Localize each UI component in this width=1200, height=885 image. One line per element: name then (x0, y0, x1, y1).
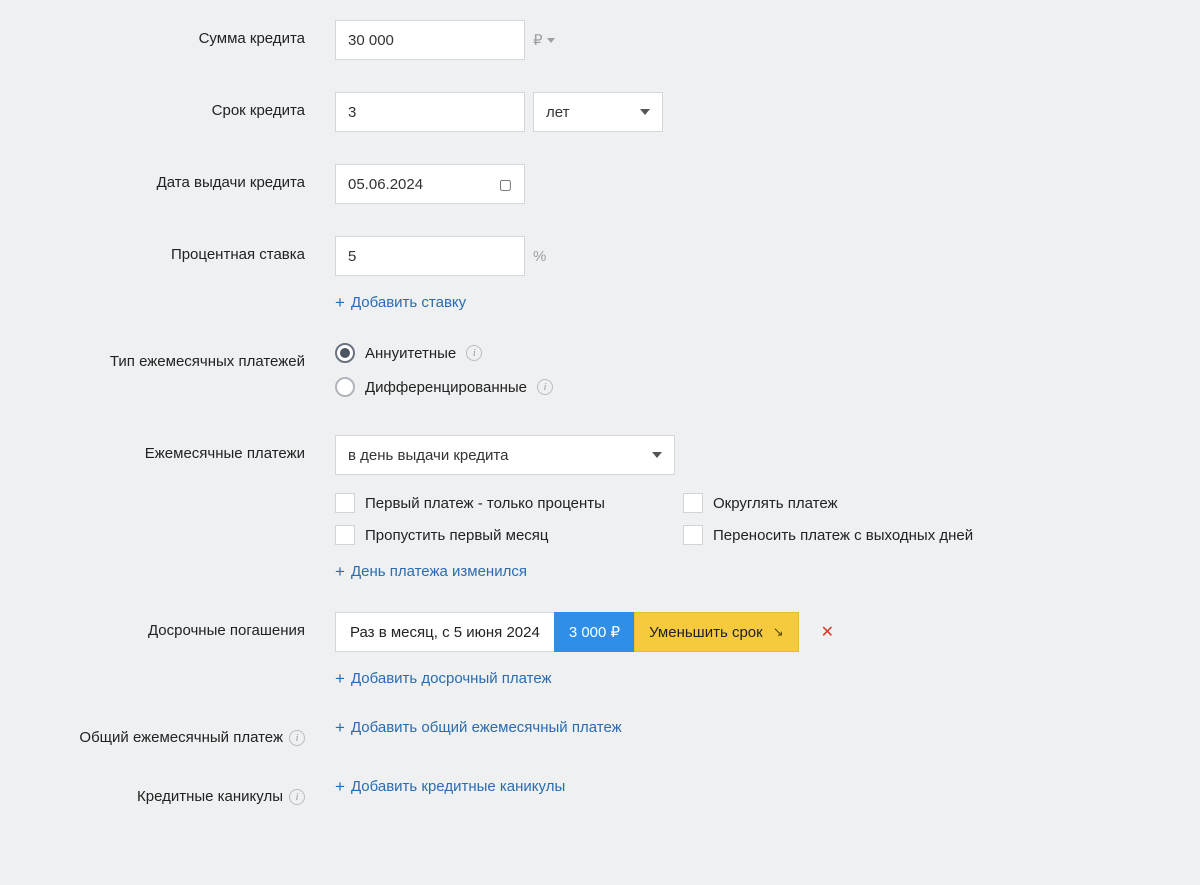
amount-input[interactable] (335, 20, 525, 60)
monthly-schedule-value: в день выдачи кредита (348, 447, 508, 464)
change-payment-day-text: День платежа изменился (351, 563, 527, 580)
early-action-button[interactable]: Уменьшить срок ↘ (634, 612, 799, 652)
ruble-icon: ₽ (533, 31, 543, 49)
calendar-icon: ▢ (499, 176, 512, 193)
plus-icon: + (335, 563, 345, 580)
term-unit-value: лет (546, 104, 569, 121)
early-label: Досрочные погашения (148, 622, 305, 639)
holidays-label: Кредитные каникулы (137, 788, 283, 805)
early-schedule[interactable]: Раз в месяц, с 5 июня 2024 (335, 612, 554, 652)
change-payment-day-button[interactable]: + День платежа изменился (335, 563, 1200, 580)
issue-date-value: 05.06.2024 (348, 176, 423, 193)
early-amount-text: 3 000 ₽ (569, 623, 620, 641)
round-payment-checkbox[interactable] (683, 493, 703, 513)
info-icon[interactable]: i (466, 345, 482, 361)
remove-early-button[interactable]: ✕ (821, 622, 834, 642)
annuity-radio[interactable] (335, 343, 355, 363)
annuity-label: Аннуитетные (365, 345, 456, 362)
monthly-schedule-select[interactable]: в день выдачи кредита (335, 435, 675, 475)
issue-date-label: Дата выдачи кредита (157, 174, 305, 191)
add-rate-text: Добавить ставку (351, 294, 466, 311)
plus-icon: + (335, 778, 345, 795)
add-early-payment-button[interactable]: + Добавить досрочный платеж (335, 670, 1200, 687)
differentiated-label: Дифференцированные (365, 379, 527, 396)
first-interest-only-checkbox[interactable] (335, 493, 355, 513)
move-from-weekend-label: Переносить платеж с выходных дней (713, 527, 973, 544)
monthly-label: Ежемесячные платежи (145, 445, 305, 462)
plus-icon: + (335, 294, 345, 311)
early-amount[interactable]: 3 000 ₽ (554, 612, 634, 652)
total-monthly-label: Общий ежемесячный платеж (79, 729, 283, 746)
term-unit-select[interactable]: лет (533, 92, 663, 132)
plus-icon: + (335, 670, 345, 687)
percent-unit: % (533, 248, 546, 265)
arrow-down-right-icon: ↘ (773, 624, 784, 640)
round-payment-label: Округлять платеж (713, 495, 838, 512)
early-action-text: Уменьшить срок (649, 624, 763, 641)
add-rate-button[interactable]: + Добавить ставку (335, 294, 1200, 311)
term-input[interactable] (335, 92, 525, 132)
issue-date-input[interactable]: 05.06.2024 ▢ (335, 164, 525, 204)
add-holidays-text: Добавить кредитные каникулы (351, 778, 565, 795)
close-icon: ✕ (821, 622, 834, 642)
add-holidays-button[interactable]: + Добавить кредитные каникулы (335, 778, 1200, 795)
payment-type-label: Тип ежемесячных платежей (110, 353, 305, 370)
skip-first-month-label: Пропустить первый месяц (365, 527, 549, 544)
info-icon[interactable]: i (289, 789, 305, 805)
info-icon[interactable]: i (289, 730, 305, 746)
currency-selector[interactable]: ₽ (533, 31, 555, 49)
differentiated-radio[interactable] (335, 377, 355, 397)
rate-label: Процентная ставка (171, 246, 305, 263)
chevron-down-icon (547, 38, 555, 43)
add-total-monthly-text: Добавить общий ежемесячный платеж (351, 719, 622, 736)
term-label: Срок кредита (212, 102, 305, 119)
amount-label: Сумма кредита (199, 30, 305, 47)
add-total-monthly-button[interactable]: + Добавить общий ежемесячный платеж (335, 719, 1200, 736)
skip-first-month-checkbox[interactable] (335, 525, 355, 545)
add-early-payment-text: Добавить досрочный платеж (351, 670, 552, 687)
plus-icon: + (335, 719, 345, 736)
move-from-weekend-checkbox[interactable] (683, 525, 703, 545)
first-interest-only-label: Первый платеж - только проценты (365, 495, 605, 512)
info-icon[interactable]: i (537, 379, 553, 395)
early-schedule-text: Раз в месяц, с 5 июня 2024 (350, 624, 540, 641)
rate-input[interactable] (335, 236, 525, 276)
